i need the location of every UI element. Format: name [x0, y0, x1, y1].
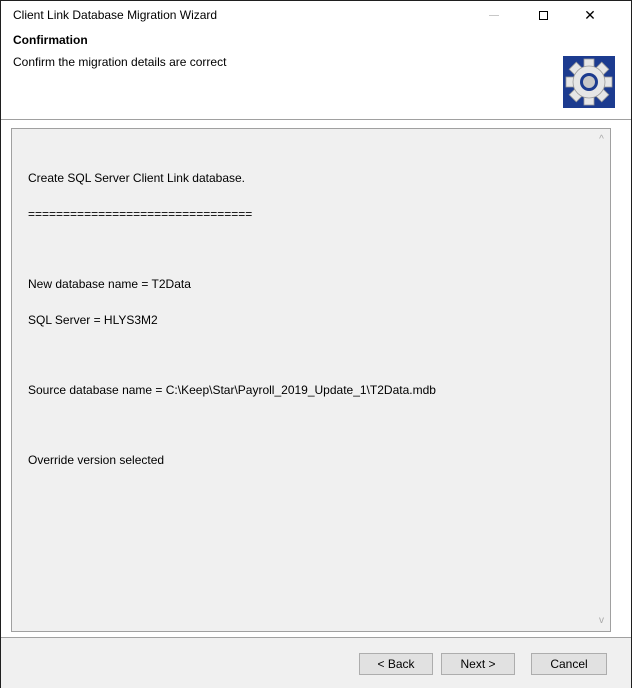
details-text: Create SQL Server Client Link database. … [28, 148, 436, 490]
minimize-icon [489, 14, 499, 16]
scroll-up-icon[interactable]: ^ [595, 133, 608, 146]
wizard-window: Client Link Database Migration Wizard ✕ … [0, 0, 632, 688]
back-button[interactable]: < Back [359, 653, 433, 675]
scroll-down-icon[interactable]: v [595, 614, 608, 627]
window-title: Client Link Database Migration Wizard [13, 8, 218, 22]
minimize-button[interactable] [471, 1, 517, 29]
source-database-name: Source database name = C:\Keep\Star\Payr… [28, 383, 436, 397]
page-title: Confirmation [13, 33, 88, 47]
header-divider [1, 119, 631, 120]
cancel-button[interactable]: Cancel [531, 653, 607, 675]
override-version-note: Override version selected [28, 453, 165, 467]
close-button[interactable]: ✕ [567, 1, 613, 29]
details-heading: Create SQL Server Client Link database. [28, 171, 246, 185]
close-icon: ✕ [584, 6, 596, 23]
details-panel: Create SQL Server Client Link database. … [11, 128, 611, 632]
page-subtitle: Confirm the migration details are correc… [13, 55, 227, 69]
maximize-button[interactable] [520, 1, 566, 29]
gear-icon [563, 56, 615, 108]
button-bar: < Back Next > Cancel [1, 638, 631, 688]
maximize-icon [538, 10, 548, 20]
vertical-scrollbar[interactable]: ^ v [593, 129, 610, 631]
new-database-name: New database name = T2Data [28, 277, 191, 291]
title-bar[interactable]: Client Link Database Migration Wizard ✕ [1, 1, 631, 29]
details-underline: ================================ [28, 207, 253, 221]
sql-server-name: SQL Server = HLYS3M2 [28, 313, 158, 327]
next-button[interactable]: Next > [441, 653, 515, 675]
